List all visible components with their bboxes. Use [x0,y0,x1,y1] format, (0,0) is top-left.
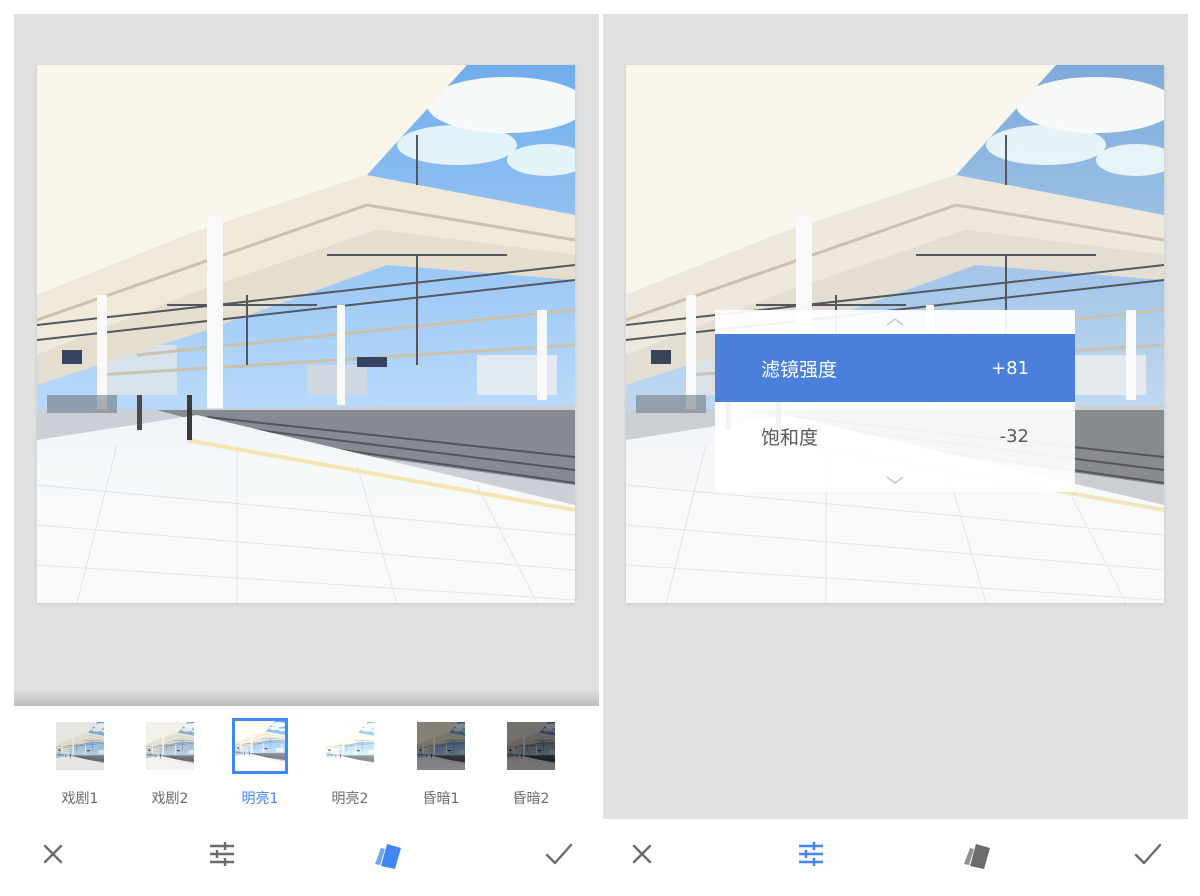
chevron-up-icon[interactable] [715,312,1075,332]
menu-item-label: 滤镜强度 [761,358,838,381]
close-icon[interactable] [36,837,70,871]
filter-label: 明亮2 [331,791,369,807]
bottom-toolbar [14,819,599,886]
filter-thumbnail [232,718,288,774]
menu-item-label: 饱和度 [761,426,819,449]
photo-preview [37,65,575,603]
filter-label: 昏暗2 [512,791,550,807]
filter-screen: 戏剧1 戏剧2 明亮1 明亮2 昏暗1 昏暗2 [14,14,599,886]
menu-item-filter-strength[interactable]: 滤镜强度 +81 [715,334,1075,402]
filter-label: 戏剧2 [151,791,189,807]
sliders-icon[interactable] [794,837,828,871]
chevron-down-icon[interactable] [715,470,1075,490]
menu-item-value: -32 [999,425,1029,447]
adjustment-menu[interactable]: 滤镜强度 +81 饱和度 -32 [715,310,1075,492]
filter-bright-2[interactable]: 明亮2 [314,720,386,808]
style-card-icon[interactable] [371,837,405,871]
filter-drama-2[interactable]: 戏剧2 [134,720,206,808]
check-icon[interactable] [542,837,576,871]
filter-thumbnail [54,720,106,772]
filter-label: 戏剧1 [61,791,99,807]
sliders-icon[interactable] [205,837,239,871]
filter-thumbnail [505,720,557,772]
check-icon[interactable] [1131,837,1165,871]
filter-bright-1[interactable]: 明亮1 [224,718,296,808]
bottom-toolbar [603,819,1188,886]
filter-strip: 戏剧1 戏剧2 明亮1 明亮2 昏暗1 昏暗2 [14,706,599,816]
filter-thumbnail [324,720,376,772]
filter-label: 昏暗1 [422,791,460,807]
filter-dark-2[interactable]: 昏暗2 [495,720,567,808]
close-icon[interactable] [625,837,659,871]
filter-thumbnail [415,720,467,772]
menu-item-value: +81 [991,357,1029,379]
filter-label: 明亮1 [241,791,279,807]
image-canvas [14,14,599,706]
filter-drama-1[interactable]: 戏剧1 [44,720,116,808]
filter-dark-1[interactable]: 昏暗1 [405,720,477,808]
style-card-icon[interactable] [960,837,994,871]
menu-item-saturation[interactable]: 饱和度 -32 [715,402,1075,470]
image-canvas: 滤镜强度 +81 饱和度 -32 [603,14,1188,819]
adjust-screen: 滤镜强度 +81 饱和度 -32 [603,14,1188,886]
filter-thumbnail [144,720,196,772]
